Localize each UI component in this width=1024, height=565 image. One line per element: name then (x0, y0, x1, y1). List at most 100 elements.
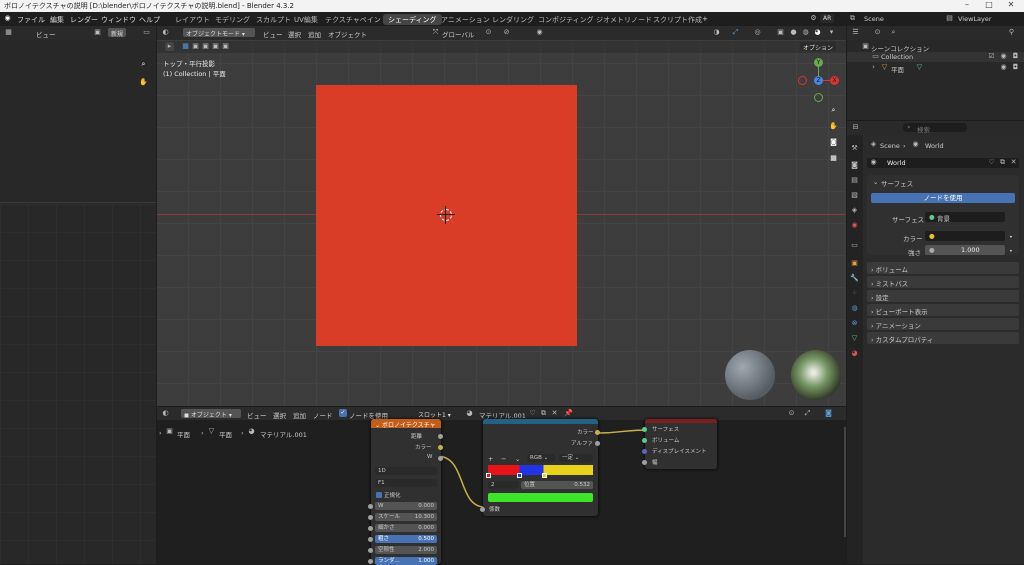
tab-layout[interactable]: レイアウト (170, 14, 215, 25)
metric-select[interactable]: F1 (375, 479, 437, 487)
select-subtract-icon[interactable]: ▣ (201, 42, 210, 51)
select-box-icon[interactable]: ▦ (181, 42, 190, 51)
section-viewport-display[interactable]: › ビューポート表示 (867, 304, 1019, 316)
gizmo-z-icon[interactable]: Z (814, 76, 823, 85)
stop-color-swatch[interactable] (488, 493, 593, 502)
sync-icon[interactable]: ⚙ (809, 14, 818, 23)
camera-render-icon[interactable]: ◘ (1011, 52, 1020, 61)
gizmo-y-icon[interactable]: Y (814, 58, 823, 67)
editor-type-icon[interactable]: ◐ (161, 28, 170, 37)
socket-roughness[interactable] (368, 537, 373, 542)
menu-file[interactable]: ファイル (17, 15, 45, 25)
vp-menu-object[interactable]: オブジェクト (328, 29, 367, 39)
viewport-3d[interactable]: ◐ オブジェクトモード ▾ ビュー 選択 追加 オブジェクト ⤧ グローバル ⊙… (157, 26, 846, 406)
outliner-type-icon[interactable]: ☰ (851, 28, 860, 37)
remove-stop-icon[interactable]: − (501, 455, 506, 463)
ramp-socket-alpha[interactable] (595, 441, 600, 446)
stop-index-field[interactable]: 2 (488, 481, 518, 489)
use-nodes-button[interactable]: ノードを使用 (871, 193, 1015, 203)
section-animation[interactable]: › アニメーション (867, 318, 1019, 330)
new-image-button[interactable]: 新規 (108, 28, 127, 38)
visibility-icon[interactable]: ◑ (712, 28, 721, 37)
stop-position-field[interactable]: 位置 0.532 (521, 481, 593, 489)
normalize-checkbox[interactable] (376, 492, 382, 498)
material-tab-icon[interactable]: ◕ (850, 349, 859, 358)
field-detail[interactable]: 細かさ 0.000 (375, 524, 437, 532)
orientation-select[interactable]: グローバル (442, 29, 474, 39)
field-w[interactable]: W 0.000 (375, 502, 437, 510)
modifier-tab-icon[interactable]: 🔧 (850, 274, 859, 283)
tab-shading[interactable]: シェーディング (383, 14, 442, 25)
blender-logo-icon[interactable]: ◉ (3, 14, 12, 23)
folder-icon[interactable]: ▭ (142, 28, 151, 37)
tab-texture-paint[interactable]: テクスチャペイント (320, 14, 393, 25)
funnel-icon[interactable]: ⚲ (1007, 28, 1016, 37)
expand-chevron-icon[interactable]: › (869, 63, 878, 72)
menu-help[interactable]: ヘルプ (139, 15, 160, 25)
surface-header[interactable]: サーフェス (881, 178, 913, 188)
gizmo-toggle-icon[interactable]: ⤢ (731, 28, 740, 37)
vp-menu-view[interactable]: ビュー (263, 29, 283, 39)
add-stop-icon[interactable]: + (488, 455, 493, 463)
gizmo-neg-x-icon[interactable] (798, 76, 807, 85)
out-socket-volume[interactable] (642, 438, 647, 443)
gizmo-neg-y-icon[interactable] (814, 93, 823, 102)
socket-w-in[interactable] (368, 504, 373, 509)
ramp-stop-2[interactable] (542, 473, 547, 478)
3d-cursor[interactable] (440, 209, 452, 221)
data-tab-icon[interactable]: ▽ (850, 334, 859, 343)
menu-render[interactable]: レンダー (70, 15, 98, 25)
checkbox-icon[interactable]: ☑ (987, 52, 996, 61)
field-scale[interactable]: スケール 10.300 (375, 513, 437, 521)
ramp-mode-select[interactable]: RGB ⌄ (527, 454, 555, 462)
zoom-icon[interactable]: ⌕ (829, 106, 838, 115)
out-socket-displacement[interactable] (642, 449, 647, 454)
pivot-icon[interactable]: ⊙ (484, 28, 493, 37)
unlink-icon[interactable]: ✕ (1009, 158, 1018, 167)
ramp-socket-color[interactable] (595, 430, 600, 435)
scene-tab-icon[interactable]: ◈ (850, 206, 859, 215)
node-editor[interactable]: ◐ ◼ オブジェクト ▾ ビュー 選択 追加 ノード ✓ ノードを使用 スロット… (157, 407, 846, 565)
tab-scripting[interactable]: スクリプト作成 (648, 14, 707, 25)
output-tab-icon[interactable]: ▤ (850, 176, 859, 185)
surface-shader-select[interactable]: ● 背景 (925, 212, 1005, 223)
socket-distance[interactable] (438, 434, 443, 439)
collection-tab-icon[interactable]: ▭ (850, 241, 859, 250)
select-tool-icon[interactable]: ▸ (165, 42, 174, 51)
color-ramp-bar[interactable] (488, 465, 593, 475)
rendered-shading-icon[interactable]: ◕ (813, 28, 822, 37)
view-layer-tab-icon[interactable]: ▧ (850, 191, 859, 200)
mode-select[interactable]: オブジェクトモード ▾ (183, 28, 255, 38)
color-ramp-header[interactable] (483, 419, 598, 424)
socket-randomness[interactable] (368, 559, 373, 564)
vp-menu-add[interactable]: 追加 (308, 29, 321, 39)
tab-uv-edit[interactable]: UV編集 (289, 14, 323, 25)
orientation-icon[interactable]: ⤧ (431, 28, 440, 37)
object-row[interactable]: › ▽ 平面 ▽ ◉ ◘ (847, 63, 1024, 74)
navigation-gizmo[interactable]: Y Z X (797, 58, 841, 102)
properties-type-icon[interactable]: ⊟ (851, 123, 860, 132)
ramp-stop-0[interactable] (486, 473, 491, 478)
field-roughness[interactable]: 粗さ 0.500 (375, 535, 437, 543)
lang-button[interactable]: AR (820, 14, 835, 23)
image-icon[interactable]: ▣ (93, 28, 102, 37)
close-window-button[interactable]: ✕ (1000, 0, 1022, 12)
ramp-stop-1[interactable] (517, 473, 522, 478)
surface-chevron[interactable]: ⌄ (873, 178, 878, 186)
editor-type-icon[interactable]: ▦ (4, 28, 13, 37)
viewlayer-name[interactable]: ViewLayer (958, 15, 992, 23)
menu-window[interactable]: ウィンドウ (101, 15, 136, 25)
section-volume[interactable]: › ボリューム (867, 262, 1019, 274)
dimension-select[interactable]: 1D (375, 467, 437, 475)
fb-view-menu[interactable]: ビュー (36, 29, 56, 39)
socket-lacunarity[interactable] (368, 548, 373, 553)
xray-icon[interactable]: ▣ (776, 28, 785, 37)
collection-row[interactable]: ▭ Collection ☑ ◉ ◘ (847, 52, 1024, 62)
select-extend-icon[interactable]: ▣ (191, 42, 200, 51)
tab-compositing[interactable]: コンポジティング (533, 14, 599, 25)
shading-dropdown-icon[interactable]: ▾ (827, 28, 836, 37)
voronoi-header[interactable]: ⌄ ボロノイテクスチャ (371, 419, 441, 429)
keyframe-dot-icon[interactable]: • (1009, 247, 1013, 255)
world-datablock[interactable]: ◉ World ♡ ⧉ ✕ (867, 158, 1019, 168)
tool-tab-icon[interactable]: ⚒ (850, 144, 859, 153)
